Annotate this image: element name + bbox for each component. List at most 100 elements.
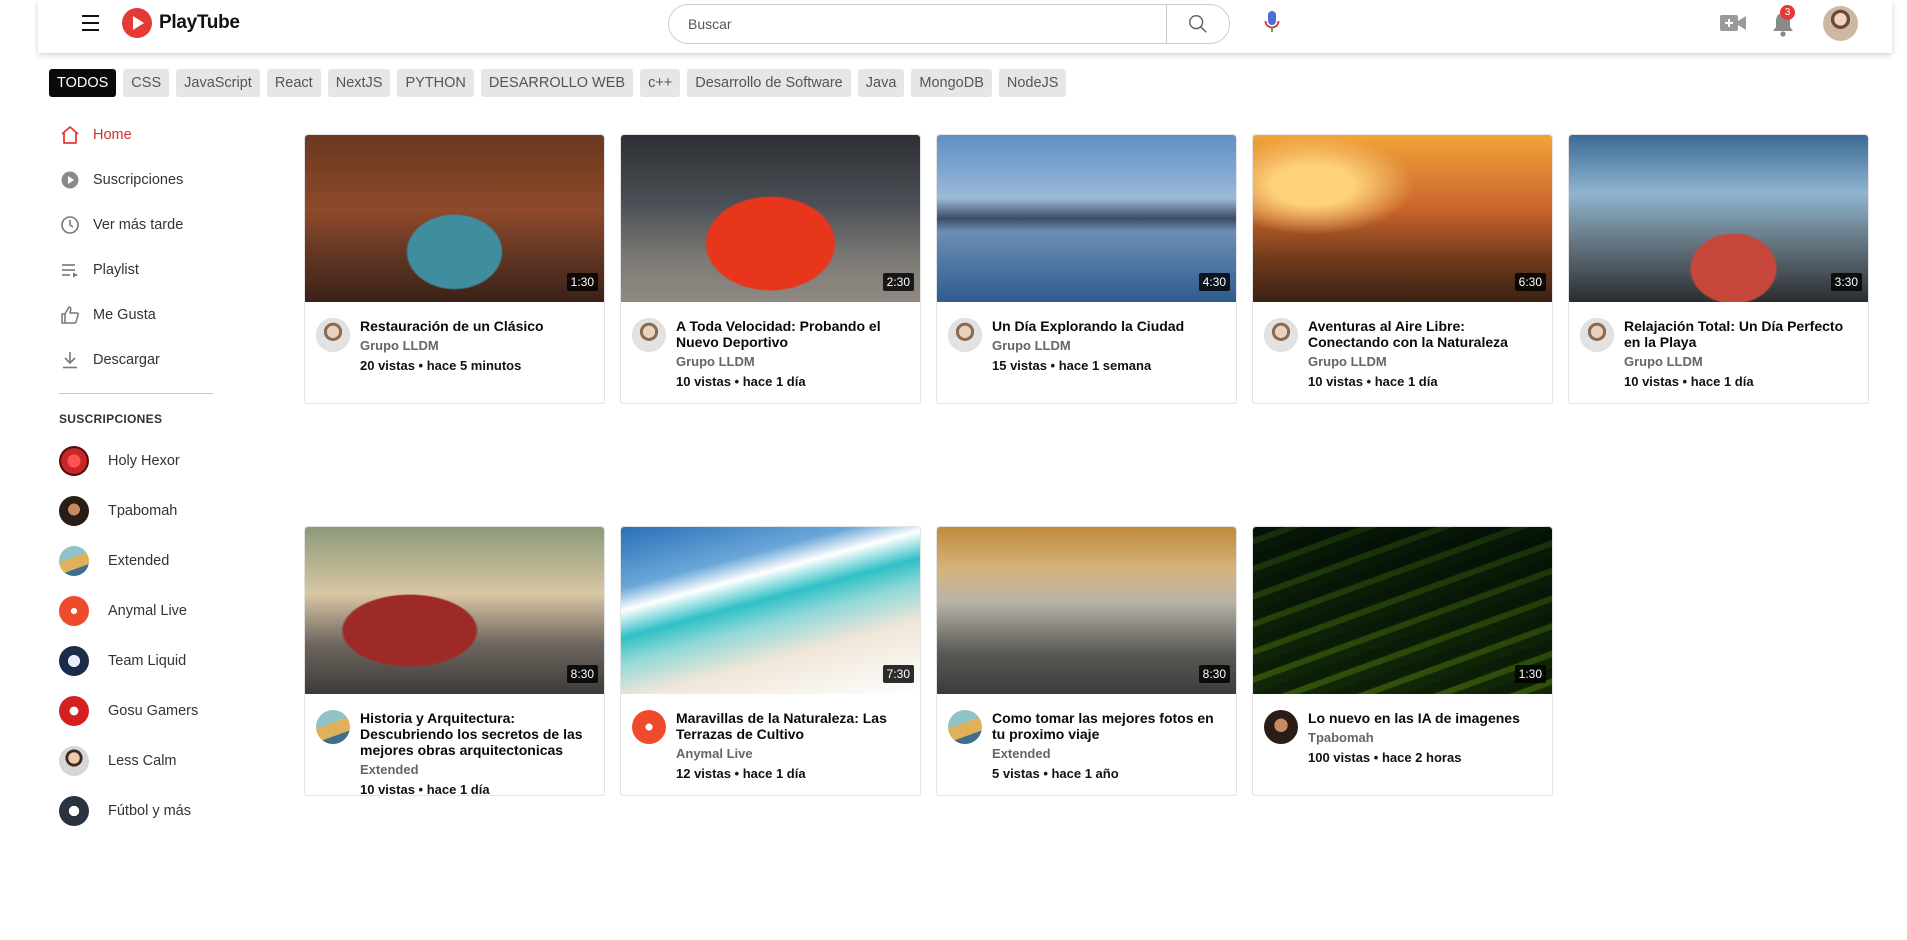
home-icon [59,124,81,146]
video-card[interactable]: 8:30 Como tomar las mejores fotos en tu … [936,526,1237,796]
menu-icon[interactable] [77,13,103,33]
chip-desarrollo-web[interactable]: DESARROLLO WEB [480,69,634,97]
sidebar-item-watch-later[interactable]: Ver más tarde [59,202,239,247]
sidebar-item-label: Suscripciones [93,171,184,188]
channel-avatar[interactable] [632,710,666,744]
subscription-item[interactable]: Anymal Live [59,586,239,636]
video-thumbnail[interactable]: 7:30 [621,527,920,694]
channel-avatar [59,646,89,676]
sidebar-item-download[interactable]: Descargar [59,337,239,382]
video-title[interactable]: Restauración de un Clásico [360,318,595,334]
video-title[interactable]: Como tomar las mejores fotos en tu proxi… [992,710,1227,742]
video-stats: 10 vistas • hace 1 día [1308,374,1438,389]
video-thumbnail[interactable]: 8:30 [937,527,1236,694]
channel-avatar[interactable] [948,710,982,744]
subscription-item[interactable]: Team Liquid [59,636,239,686]
voice-search-button[interactable] [1260,9,1284,35]
video-channel[interactable]: Grupo LLDM [676,354,911,370]
video-thumbnail[interactable]: 1:30 [1253,527,1552,694]
video-thumbnail[interactable]: 2:30 [621,135,920,302]
subscription-item[interactable]: Tpabomah [59,486,239,536]
subscription-item[interactable]: Less Calm [59,736,239,786]
video-title[interactable]: A Toda Velocidad: Probando el Nuevo Depo… [676,318,911,350]
video-thumbnail[interactable]: 6:30 [1253,135,1552,302]
sidebar-item-label: Descargar [93,351,160,368]
channel-avatar[interactable] [1264,710,1298,744]
search-input[interactable] [668,4,1166,44]
video-title[interactable]: Lo nuevo en las IA de imagenes [1308,710,1543,726]
video-meta: Un Día Explorando la Ciudad Grupo LLDM 1… [992,318,1227,374]
chip-nodejs[interactable]: NodeJS [998,69,1067,97]
chip-javascript[interactable]: JavaScript [176,69,260,97]
video-channel[interactable]: Grupo LLDM [992,338,1227,354]
channel-avatar[interactable] [948,318,982,352]
video-channel[interactable]: Grupo LLDM [1624,354,1859,370]
video-meta: A Toda Velocidad: Probando el Nuevo Depo… [676,318,911,390]
video-channel[interactable]: Grupo LLDM [1308,354,1543,370]
sidebar-item-home[interactable]: Home [59,112,239,157]
app-logo[interactable]: PlayTube [122,8,240,38]
video-thumbnail[interactable]: 4:30 [937,135,1236,302]
video-channel[interactable]: Anymal Live [676,746,911,762]
subscription-label: Team Liquid [108,653,187,669]
video-card[interactable]: 6:30 Aventuras al Aire Libre: Conectando… [1252,134,1553,404]
chip-python[interactable]: PYTHON [397,69,474,97]
channel-avatar [59,746,89,776]
video-title[interactable]: Aventuras al Aire Libre: Conectando con … [1308,318,1543,350]
video-title[interactable]: Historia y Arquitectura: Descubriendo lo… [360,710,595,758]
video-duration: 7:30 [882,665,914,683]
chip-java[interactable]: Java [857,69,905,97]
chip-react[interactable]: React [266,69,321,97]
video-thumbnail[interactable]: 8:30 [305,527,604,694]
chip-cpp[interactable]: c++ [640,69,681,97]
channel-avatar[interactable] [316,318,350,352]
video-meta: Relajación Total: Un Día Perfecto en la … [1624,318,1859,390]
chip-nextjs[interactable]: NextJS [327,69,391,97]
subscription-label: Anymal Live [108,603,187,619]
video-channel[interactable]: Tpabomah [1308,730,1543,746]
subscription-item[interactable]: Gosu Gamers [59,686,239,736]
video-card[interactable]: 4:30 Un Día Explorando la Ciudad Grupo L… [936,134,1237,404]
sidebar-divider [59,393,213,394]
channel-avatar[interactable] [1264,318,1298,352]
video-duration: 8:30 [1198,665,1230,683]
channel-avatar[interactable] [316,710,350,744]
subscription-item[interactable]: Holy Hexor [59,436,239,486]
video-card[interactable]: 2:30 A Toda Velocidad: Probando el Nuevo… [620,134,921,404]
search-button[interactable] [1166,4,1230,44]
sidebar-item-label: Home [93,126,132,143]
channel-avatar[interactable] [1580,318,1614,352]
video-card[interactable]: 7:30 Maravillas de la Naturaleza: Las Te… [620,526,921,796]
create-video-button[interactable] [1719,12,1747,34]
chip-mongodb[interactable]: MongoDB [911,69,992,97]
user-avatar[interactable] [1823,6,1858,41]
video-card[interactable]: 1:30 Restauración de un Clásico Grupo LL… [304,134,605,404]
channel-avatar [59,496,89,526]
chip-desarrollo-software[interactable]: Desarrollo de Software [687,69,851,97]
subscription-label: Gosu Gamers [108,703,199,719]
sidebar-item-playlist[interactable]: Playlist [59,247,239,292]
channel-avatar[interactable] [632,318,666,352]
video-card[interactable]: 3:30 Relajación Total: Un Día Perfecto e… [1568,134,1869,404]
video-thumbnail[interactable]: 1:30 [305,135,604,302]
video-title[interactable]: Maravillas de la Naturaleza: Las Terraza… [676,710,911,742]
sidebar-item-likes[interactable]: Me Gusta [59,292,239,337]
subscription-item[interactable]: Fútbol y más [59,786,239,836]
sidebar-item-label: Ver más tarde [93,216,184,233]
channel-avatar [59,446,89,476]
sidebar-item-subscriptions[interactable]: Suscripciones [59,157,239,202]
chip-css[interactable]: CSS [123,69,170,97]
subscription-label: Holy Hexor [108,453,180,469]
video-channel[interactable]: Extended [360,762,595,778]
video-card[interactable]: 8:30 Historia y Arquitectura: Descubrien… [304,526,605,797]
video-stats: 10 vistas • hace 1 día [1624,374,1754,389]
video-title[interactable]: Relajación Total: Un Día Perfecto en la … [1624,318,1859,350]
chip-todos[interactable]: TODOS [49,69,117,97]
video-card[interactable]: 1:30 Lo nuevo en las IA de imagenes Tpab… [1252,526,1553,796]
video-channel[interactable]: Grupo LLDM [360,338,595,354]
video-channel[interactable]: Extended [992,746,1227,762]
video-title[interactable]: Un Día Explorando la Ciudad [992,318,1227,334]
video-thumbnail[interactable]: 3:30 [1569,135,1868,302]
video-meta: Lo nuevo en las IA de imagenes Tpabomah … [1308,710,1543,766]
subscription-item[interactable]: Extended [59,536,239,586]
